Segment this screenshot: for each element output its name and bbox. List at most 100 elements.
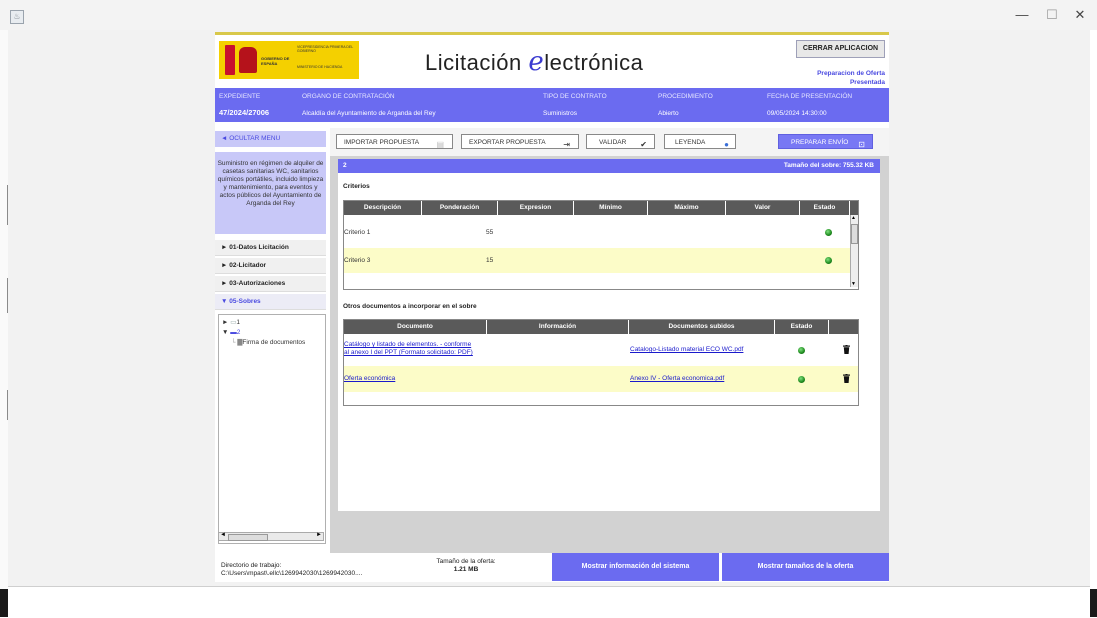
tree-line-icon: └ bbox=[231, 339, 236, 346]
export-icon: ⇥ bbox=[563, 140, 570, 149]
window-titlebar: ♨ — ☐ ✕ bbox=[0, 0, 1097, 30]
logo-min-text: MINISTERIO DE HACIENDA bbox=[297, 65, 343, 69]
exportar-propuesta-button[interactable]: EXPORTAR PROPUESTA ⇥ bbox=[461, 134, 579, 149]
flag-icon bbox=[225, 45, 235, 75]
corner-block bbox=[1090, 589, 1097, 617]
maximize-button[interactable]: ☐ bbox=[1040, 7, 1064, 23]
col-maximo: Máximo bbox=[648, 201, 726, 215]
criterios-title: Criterios bbox=[343, 183, 370, 190]
organo-label: ORGANO DE CONTRATACIÓN bbox=[302, 93, 395, 100]
status-ok-icon bbox=[798, 376, 805, 383]
fecha-presentacion-value: 09/05/2024 14:30:00 bbox=[767, 110, 827, 117]
table-row[interactable]: Catálogo y listado de elementos. - confo… bbox=[344, 336, 858, 364]
table-row[interactable]: Criterio 1 55 bbox=[344, 221, 858, 245]
send-icon: ⊡ bbox=[858, 140, 865, 149]
organo-value: Alcaldía del Ayuntamiento de Arganda del… bbox=[302, 110, 436, 117]
tree-leaf-label: Firma de documentos bbox=[242, 339, 306, 346]
application-panel: GOBIERNO DE ESPAÑA VICEPRESIDENCIA PRIME… bbox=[215, 32, 889, 582]
scroll-right-icon[interactable]: ► bbox=[316, 532, 322, 538]
status-ok-icon bbox=[825, 229, 832, 236]
leyenda-button[interactable]: LEYENDA ● bbox=[664, 134, 736, 149]
scroll-thumb[interactable] bbox=[851, 224, 858, 244]
documento-link[interactable]: Catálogo y listado de elementos. - confo… bbox=[344, 341, 473, 357]
criterio-descripcion: Criterio 3 bbox=[344, 257, 371, 264]
offer-size-label: Tamaño de la oferta: bbox=[436, 558, 496, 565]
sidebar-item-autorizaciones[interactable]: ► 03-Autorizaciones bbox=[215, 276, 326, 292]
gobierno-logo: GOBIERNO DE ESPAÑA VICEPRESIDENCIA PRIME… bbox=[219, 41, 359, 79]
java-app-icon: ♨ bbox=[10, 10, 24, 24]
documentos-table: Documento Información Documentos subidos… bbox=[343, 319, 859, 406]
tree-horizontal-scrollbar[interactable]: ◄ ► bbox=[218, 532, 324, 541]
preparar-envio-button[interactable]: PREPARAR ENVÍO ⊡ bbox=[778, 134, 873, 149]
app-title-prefix: Licitación bbox=[425, 50, 529, 75]
documentos-title: Otros documentos a incorporar en el sobr… bbox=[343, 303, 477, 310]
app-header: GOBIERNO DE ESPAÑA VICEPRESIDENCIA PRIME… bbox=[215, 32, 889, 89]
working-directory-value: C:\Users\mpast\.ellc\1269942030\12699420… bbox=[221, 570, 363, 577]
documento-link-line1: Catálogo y listado de elementos. - confo… bbox=[344, 341, 472, 348]
col-estado: Estado bbox=[800, 201, 850, 215]
table-row[interactable]: Oferta económica Anexo IV - Oferta econo… bbox=[344, 366, 858, 392]
col-actions bbox=[829, 320, 858, 334]
offer-size-value: 1.21 MB bbox=[453, 566, 479, 573]
import-icon: ▤ bbox=[436, 140, 444, 149]
expediente-info-bar: EXPEDIENTE 47/2024/27006 ORGANO DE CONTR… bbox=[215, 88, 889, 122]
trash-icon[interactable] bbox=[843, 345, 850, 354]
tree-leaf-firma[interactable]: └ ▇Firma de documentos bbox=[231, 338, 305, 348]
collapse-arrow-icon: ▼ bbox=[222, 329, 229, 336]
corner-block bbox=[0, 589, 8, 617]
checkmark-icon: ✔ bbox=[640, 140, 647, 149]
documento-link[interactable]: Oferta económica bbox=[344, 375, 395, 382]
status-ok-icon bbox=[798, 347, 805, 354]
sidebar-item-datos-licitacion[interactable]: ► 01-Datos Licitación bbox=[215, 240, 326, 256]
validar-button[interactable]: VALIDAR ✔ bbox=[586, 134, 655, 149]
tree-node-2-label: 2 bbox=[236, 329, 241, 336]
scroll-up-icon[interactable]: ▲ bbox=[851, 215, 856, 221]
criterios-table: Descripción Ponderación Expresion Mínimo… bbox=[343, 200, 859, 290]
col-descripcion: Descripción bbox=[344, 201, 422, 215]
mostrar-info-sistema-button[interactable]: Mostrar información del sistema bbox=[552, 553, 719, 581]
importar-label: IMPORTAR PROPUESTA bbox=[344, 139, 420, 146]
bottom-strip bbox=[8, 586, 1090, 618]
fecha-presentacion-label: FECHA DE PRESENTACIÓN bbox=[767, 93, 853, 100]
close-window-button[interactable]: ✕ bbox=[1068, 7, 1092, 23]
minimize-button[interactable]: — bbox=[1010, 7, 1034, 23]
criterio-ponderacion: 55 bbox=[486, 229, 494, 236]
col-ponderacion: Ponderación bbox=[422, 201, 498, 215]
working-directory: Directorio de trabajo: C:\Users\mpast\.e… bbox=[221, 562, 362, 578]
tree-node-1[interactable]: ► ▭1 bbox=[222, 318, 240, 328]
tipo-contrato-value: Suministros bbox=[543, 110, 577, 117]
sidebar-item-sobres[interactable]: ▼ 05-Sobres bbox=[215, 294, 326, 310]
scroll-left-icon[interactable]: ◄ bbox=[220, 532, 226, 538]
exportar-label: EXPORTAR PROPUESTA bbox=[469, 139, 546, 146]
app-title: Licitación electrónica bbox=[425, 47, 643, 77]
offer-status-line1: Preparacion de Oferta bbox=[817, 70, 885, 77]
criterios-scrollbar[interactable]: ▲ ▼ bbox=[850, 215, 858, 287]
cerrar-aplicacion-button[interactable]: CERRAR APLICACION bbox=[796, 40, 885, 58]
scroll-down-icon[interactable]: ▼ bbox=[851, 281, 856, 287]
logo-vice-text: VICEPRESIDENCIA PRIMERA DEL GOBIERNO bbox=[297, 45, 354, 53]
uploaded-file-link[interactable]: Anexo IV - Oferta economica.pdf bbox=[630, 375, 724, 382]
uploaded-file-link[interactable]: Catalogo-Listado material ECO WC.pdf bbox=[630, 346, 743, 353]
sidebar-item-licitador[interactable]: ► 02-Licitador bbox=[215, 258, 326, 274]
criterio-descripcion: Criterio 1 bbox=[344, 229, 371, 236]
sobre-size: Tamaño del sobre: 755.32 KB bbox=[783, 162, 874, 169]
tree-node-2[interactable]: ▼ ▬2 bbox=[222, 328, 240, 338]
toolbar: IMPORTAR PROPUESTA ▤ EXPORTAR PROPUESTA ⇥ … bbox=[330, 128, 889, 156]
criterios-header: Descripción Ponderación Expresion Mínimo… bbox=[344, 201, 858, 215]
trash-icon[interactable] bbox=[843, 374, 850, 383]
mostrar-tamanos-oferta-button[interactable]: Mostrar tamaños de la oferta bbox=[722, 553, 889, 581]
working-directory-label: Directorio de trabajo: bbox=[221, 562, 282, 569]
criterio-ponderacion: 15 bbox=[486, 257, 494, 264]
sidebar: ◄ OCULTAR MENU Suministro en régimen de … bbox=[215, 128, 326, 548]
preparar-label: PREPARAR ENVÍO bbox=[791, 139, 849, 146]
procedimiento-label: PROCEDIMIENTO bbox=[658, 93, 713, 100]
scroll-thumb[interactable] bbox=[228, 534, 268, 541]
leyenda-label: LEYENDA bbox=[675, 139, 706, 146]
ocultar-menu-button[interactable]: ◄ OCULTAR MENU bbox=[215, 131, 326, 147]
coat-of-arms-icon bbox=[239, 47, 257, 73]
expand-arrow-icon: ► bbox=[222, 319, 229, 326]
sobre-content: Criterios Descripción Ponderación Expres… bbox=[338, 173, 880, 511]
col-documento: Documento bbox=[344, 320, 487, 334]
importar-propuesta-button[interactable]: IMPORTAR PROPUESTA ▤ bbox=[336, 134, 453, 149]
table-row[interactable]: Criterio 3 15 bbox=[344, 248, 858, 273]
